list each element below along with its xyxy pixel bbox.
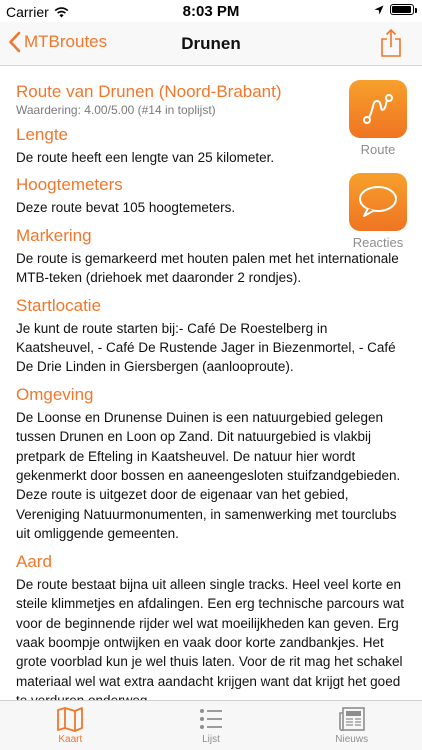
navigation-bar: MTBroutes Drunen (0, 22, 422, 66)
reactions-button[interactable]: Reacties (348, 173, 408, 250)
battery-icon (390, 4, 417, 15)
battery-level (392, 6, 411, 13)
section-body-length: De route heeft een lengte van 25 kilomet… (16, 150, 275, 165)
tab-map-label: Kaart (58, 734, 83, 745)
section-heading-start-location: Startlocatie (16, 295, 102, 315)
route-map-button[interactable]: Route (348, 80, 408, 157)
tab-bar: Kaart Lijst Nieuws (0, 700, 422, 750)
section-heading-nature: Aard (16, 551, 52, 571)
tab-news[interactable]: Nieuws (281, 701, 422, 750)
share-button[interactable] (380, 28, 402, 63)
location-arrow-icon (374, 5, 384, 14)
section-body-nature: De route bestaat bijna uit alleen single… (16, 576, 404, 700)
section-body-start-location: Je kunt de route starten bij:- Café De R… (16, 320, 396, 375)
section-body-surroundings: De Loonse en Drunense Duinen is een natu… (16, 409, 401, 542)
tab-news-label: Nieuws (335, 734, 369, 745)
list-icon (200, 709, 222, 729)
speech-bubble-icon (359, 186, 397, 217)
route-detail-content[interactable]: Route van Drunen (Noord-Brabant) Waarder… (0, 66, 422, 700)
section-heading-surroundings: Omgeving (16, 384, 94, 404)
tab-map[interactable]: Kaart (0, 701, 141, 750)
map-icon (57, 707, 84, 732)
section-body-elevation: Deze route bevat 105 hoogtemeters. (16, 200, 236, 216)
page-title: Drunen (181, 34, 241, 53)
route-button-label: Route (360, 142, 396, 157)
newspaper-icon (338, 707, 365, 732)
share-icon (381, 28, 401, 57)
route-icon (363, 94, 393, 124)
section-body-marking: De route is gemarkeerd met houten palen … (16, 250, 399, 286)
reactions-button-label: Reacties (352, 235, 404, 250)
tab-list-label: Lijst (202, 734, 220, 745)
tab-list[interactable]: Lijst (141, 701, 282, 750)
status-bar: Carrier 8:03 PM (0, 0, 422, 22)
status-time: 8:03 PM (182, 3, 240, 20)
